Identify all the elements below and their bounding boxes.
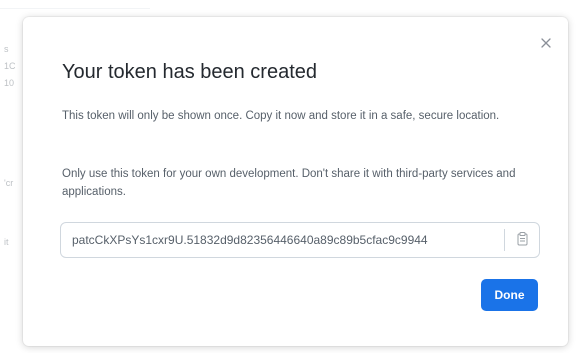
token-created-dialog: Your token has been created This token w… xyxy=(23,17,568,346)
close-icon-glyph xyxy=(541,38,551,48)
done-button[interactable]: Done xyxy=(481,279,538,311)
token-usage-notice: Only use this token for your own develop… xyxy=(62,168,516,198)
close-icon[interactable] xyxy=(538,37,554,53)
dialog-title: Your token has been created xyxy=(62,61,318,83)
copy-button[interactable] xyxy=(509,228,535,252)
copy-icon xyxy=(517,232,528,246)
token-field xyxy=(60,222,540,258)
token-once-notice: This token will only be shown once. Copy… xyxy=(62,110,500,122)
copy-divider xyxy=(504,229,505,251)
token-input[interactable] xyxy=(62,224,502,256)
